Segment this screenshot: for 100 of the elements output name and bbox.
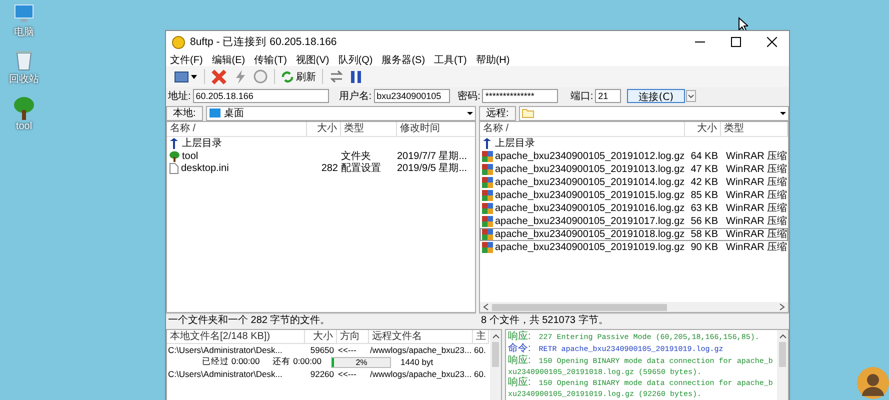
menu-item[interactable]: 传输(T) — [254, 52, 287, 66]
file-name: apache_bxu2340900105_20191012.log.gz — [495, 151, 685, 162]
column-header[interactable]: 方向 — [337, 330, 369, 343]
app-icon — [172, 36, 185, 48]
file-size: 282 — [321, 162, 338, 174]
file-row[interactable]: apache_bxu2340900105_20191013.log.gz 47 KB WinRAR 压缩 — [480, 163, 788, 176]
disconnect-icon[interactable] — [211, 68, 227, 84]
file-size: 56 KB — [690, 216, 718, 227]
menu-item[interactable]: 编辑(E) — [212, 52, 246, 66]
recycle-bin-icon[interactable] — [15, 49, 33, 71]
username-field[interactable]: bxu2340900105 — [374, 89, 450, 103]
menu-item[interactable]: 视图(V) — [296, 52, 330, 66]
file-type: WinRAR 压缩 — [726, 216, 788, 227]
connect-button[interactable]: 连接(C) — [627, 89, 686, 103]
stop-icon[interactable] — [253, 69, 268, 84]
up-arrow-icon — [482, 138, 493, 149]
file-row[interactable]: apache_bxu2340900105_20191016.log.gz 63 KB WinRAR 压缩 — [480, 202, 788, 215]
file-name: apache_bxu2340900105_20191016.log.gz — [495, 203, 685, 214]
remote-status: 8 个文件，共 521073 字节。 — [479, 313, 789, 327]
scrollbar-thumb[interactable] — [492, 342, 499, 367]
file-type: WinRAR 压缩 — [726, 242, 788, 253]
column-header[interactable]: 大小 — [307, 122, 341, 136]
local-path-value: 桌面 — [224, 106, 244, 120]
username-label: 用户名: — [338, 90, 372, 103]
file-row[interactable]: 上层目录 — [480, 137, 788, 150]
transfer-size: 59650 — [309, 345, 335, 355]
column-header[interactable]: 大小 — [685, 122, 721, 136]
file-row[interactable]: apache_bxu2340900105_20191018.log.gz 58 KB WinRAR 压缩 — [480, 228, 788, 241]
file-type: WinRAR 压缩 — [726, 229, 788, 240]
scroll-up-icon[interactable] — [778, 333, 786, 339]
column-header[interactable]: 名称 / — [480, 122, 685, 136]
local-path-combo[interactable]: 桌面 — [206, 106, 476, 120]
folder-icon — [208, 108, 221, 118]
file-size: 42 KB — [690, 177, 718, 188]
menu-item[interactable]: 队列(Q) — [338, 52, 373, 66]
file-row[interactable]: apache_bxu2340900105_20191015.log.gz 85 KB WinRAR 压缩 — [480, 189, 788, 202]
dropdown-icon[interactable] — [686, 90, 696, 102]
address-field[interactable]: 60.205.18.166 — [192, 89, 329, 103]
avatar-icon[interactable] — [856, 366, 889, 400]
scroll-up-icon[interactable] — [492, 333, 500, 339]
file-row[interactable]: apache_bxu2340900105_20191012.log.gz 64 KB WinRAR 压缩 — [480, 150, 788, 163]
progress-label: 2% — [356, 358, 368, 366]
menu-item[interactable]: 服务器(S) — [382, 52, 426, 66]
scroll-right-icon[interactable] — [779, 303, 785, 311]
archive-icon — [482, 190, 493, 201]
port-field[interactable]: 21 — [595, 89, 622, 103]
file-name: apache_bxu2340900105_20191018.log.gz — [495, 229, 685, 240]
pause-icon[interactable] — [350, 70, 362, 84]
file-size: 85 KB — [690, 190, 718, 201]
file-name: apache_bxu2340900105_20191013.log.gz — [495, 164, 685, 175]
maximize-icon[interactable] — [731, 37, 741, 47]
refresh-button[interactable]: 刷新 — [281, 70, 316, 84]
file-row[interactable]: apache_bxu2340900105_20191014.log.gz 42 KB WinRAR 压缩 — [480, 176, 788, 189]
file-name: apache_bxu2340900105_20191017.log.gz — [495, 216, 685, 227]
column-header[interactable]: 名称 / — [167, 122, 307, 136]
remote-file-path: /wwwlogs/apache_bxu23... — [369, 345, 473, 355]
file-name[interactable]: tool — [182, 150, 198, 162]
lightning-icon[interactable] — [233, 68, 247, 84]
column-header[interactable]: 类型 — [341, 122, 397, 136]
file-size: 63 KB — [690, 203, 718, 214]
file-type: WinRAR 压缩 — [726, 164, 788, 175]
archive-icon — [482, 229, 493, 240]
scrollbar-thumb[interactable] — [492, 304, 667, 310]
file-name: apache_bxu2340900105_20191015.log.gz — [495, 190, 685, 201]
tree-icon[interactable] — [13, 96, 35, 120]
file-name: apache_bxu2340900105_20191014.log.gz — [495, 177, 685, 188]
column-header[interactable]: 类型 — [721, 122, 788, 136]
scrollbar-thumb[interactable] — [779, 342, 786, 367]
file-row[interactable]: apache_bxu2340900105_20191019.log.gz 90 KB WinRAR 压缩 — [480, 241, 788, 254]
column-header[interactable]: 大小 — [305, 330, 337, 343]
computer-icon[interactable] — [13, 4, 35, 24]
close-icon[interactable] — [767, 37, 777, 47]
file-modified: 2019/7/7 星期... — [397, 151, 468, 162]
local-status: 一个文件夹和一个 282 字节的文件。 — [166, 313, 476, 327]
file-icon — [169, 162, 179, 174]
file-name[interactable]: 上层目录 — [182, 136, 222, 150]
column-header[interactable]: 修改时间 — [397, 122, 475, 136]
menu-item[interactable]: 帮助(H) — [476, 52, 510, 66]
file-row[interactable]: apache_bxu2340900105_20191017.log.gz 56 KB WinRAR 压缩 — [480, 215, 788, 228]
vertical-scrollbar[interactable] — [490, 330, 501, 400]
server-icon[interactable] — [174, 70, 198, 84]
password-field[interactable]: ************** — [482, 89, 558, 103]
file-size: 58 KB — [690, 229, 718, 240]
transfer-size: 92260 — [309, 369, 335, 379]
sync-icon[interactable] — [329, 69, 344, 84]
column-header[interactable]: 主 — [473, 330, 489, 343]
archive-icon — [482, 216, 493, 227]
column-header[interactable]: 本地文件名[2/148 KB]) — [167, 330, 305, 343]
remote-file-path: /wwwlogs/apache_bxu23... — [369, 369, 473, 379]
file-modified: 2019/9/5 星期... — [397, 163, 468, 174]
vertical-scrollbar[interactable] — [777, 330, 788, 400]
file-name[interactable]: desktop.ini — [181, 162, 229, 174]
horizontal-scrollbar[interactable] — [480, 302, 788, 312]
scroll-left-icon[interactable] — [483, 303, 489, 311]
refresh-icon — [281, 70, 294, 82]
port-label: 端口: — [570, 90, 594, 103]
menu-item[interactable]: 文件(F) — [170, 52, 203, 66]
menu-item[interactable]: 工具(T) — [434, 52, 467, 66]
file-size: 90 KB — [690, 242, 718, 253]
column-header[interactable]: 远程文件名 — [369, 330, 473, 343]
